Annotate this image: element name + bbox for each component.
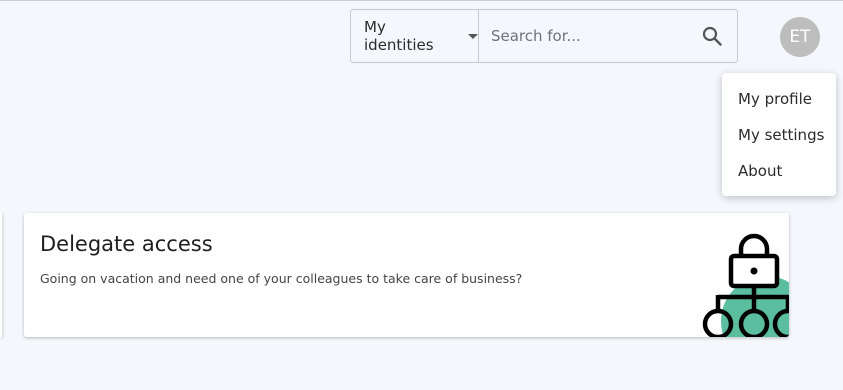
card-description: Going on vacation and need one of your c… xyxy=(40,271,523,286)
menu-item-my-profile[interactable]: My profile xyxy=(722,81,836,117)
search-bar: My identities xyxy=(350,9,738,63)
search-icon xyxy=(702,26,722,46)
top-divider xyxy=(0,0,843,1)
search-button[interactable] xyxy=(687,10,737,62)
delegate-access-card[interactable]: Delegate access Going on vacation and ne… xyxy=(24,213,789,337)
lock-hierarchy-icon xyxy=(702,233,789,337)
search-input[interactable] xyxy=(478,10,687,62)
menu-item-about[interactable]: About xyxy=(722,153,836,189)
avatar[interactable]: ET xyxy=(780,17,820,57)
partial-card[interactable] xyxy=(0,213,2,337)
menu-item-my-settings[interactable]: My settings xyxy=(722,117,836,153)
chevron-down-icon xyxy=(467,33,478,39)
identity-select-label: My identities xyxy=(364,18,434,54)
avatar-initials: ET xyxy=(789,27,811,47)
identity-select[interactable]: My identities xyxy=(351,10,479,62)
user-menu: My profile My settings About xyxy=(722,73,836,196)
card-title: Delegate access xyxy=(40,232,213,256)
